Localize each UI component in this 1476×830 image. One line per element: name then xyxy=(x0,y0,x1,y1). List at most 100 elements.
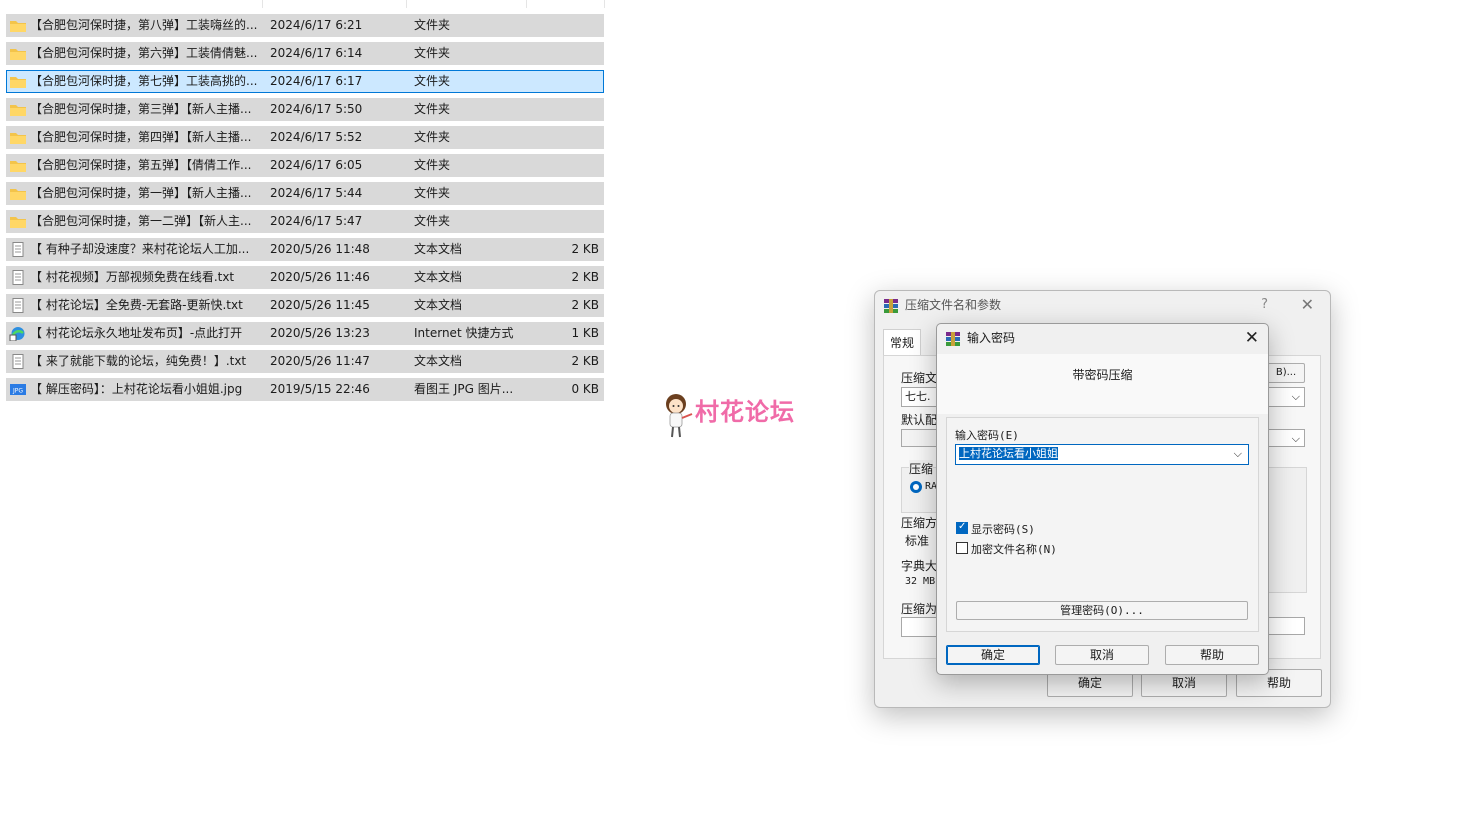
file-date: 2024/6/17 5:47 xyxy=(270,214,363,228)
password-ok-button[interactable]: 确定 xyxy=(946,645,1040,665)
text-file-icon xyxy=(9,354,27,369)
file-row[interactable]: 【合肥包河保时捷，第三弹】【新人主播... 2024/6/17 5:50 文件夹 xyxy=(6,98,604,121)
file-name: 【 解压密码】：上村花论坛看小姐姐.jpg xyxy=(30,382,243,396)
manage-passwords-button[interactable]: 管理密码(O)... xyxy=(956,601,1248,620)
password-dialog-close-button[interactable]: ✕ xyxy=(1245,328,1259,348)
column-header-size[interactable] xyxy=(528,0,605,8)
folder-icon xyxy=(9,102,27,117)
winrar-icon xyxy=(946,332,960,346)
file-row[interactable]: 【 来了就能下载的论坛，纯免费！】.txt 2020/5/26 11:47 文本文档… xyxy=(6,350,604,373)
archive-dialog-titlebar[interactable]: 压缩文件名和参数 ? ✕ xyxy=(875,291,1330,321)
file-row[interactable]: 【合肥包河保时捷，第五弹】【倩倩工作... 2024/6/17 6:05 文件夹 xyxy=(6,154,604,177)
file-row[interactable]: 【 村花视频】万部视频免费在线看.txt 2020/5/26 11:46 文本文档 2… xyxy=(6,266,604,289)
password-cancel-button[interactable]: 取消 xyxy=(1055,645,1149,665)
rar-radio-button[interactable] xyxy=(910,481,922,493)
profile-select[interactable]: ⌵ xyxy=(1267,429,1305,447)
file-type: 看图王 JPG 图片... xyxy=(414,382,514,396)
compression-method-select[interactable]: 标准 xyxy=(905,532,929,549)
file-row[interactable]: 【合肥包河保时捷，第六弹】工装倩倩魅... 2024/6/17 6:14 文件夹 xyxy=(6,42,604,65)
compression-method-label: 压缩方 xyxy=(901,516,938,530)
file-row[interactable]: 【合肥包河保时捷，第一弹】【新人主播... 2024/6/17 5:44 文件夹 xyxy=(6,182,604,205)
password-input[interactable]: 上村花论坛看小姐姐 ⌵ xyxy=(955,444,1249,465)
column-header-date[interactable] xyxy=(264,0,407,8)
file-name: 【合肥包河保时捷，第五弹】【倩倩工作... xyxy=(30,158,252,172)
file-row[interactable]: 【 村花论坛】全免费-无套路-更新快.txt 2020/5/26 11:45 文本文… xyxy=(6,294,604,317)
folder-icon xyxy=(9,158,27,173)
file-type: 文件夹 xyxy=(414,74,451,88)
svg-text:JPG: JPG xyxy=(12,388,23,395)
file-row[interactable]: 【合肥包河保时捷，第七弹】工装高挑的... 2024/6/17 6:17 文件夹 xyxy=(6,70,604,93)
split-volumes-label: 压缩为 xyxy=(901,602,938,616)
file-type: 文件夹 xyxy=(414,186,451,200)
column-header-name[interactable] xyxy=(6,0,263,8)
file-type: 文件夹 xyxy=(414,18,451,32)
chevron-down-icon[interactable]: ⌵ xyxy=(1234,445,1242,463)
file-type: 文件夹 xyxy=(414,46,451,60)
tab-general[interactable]: 常规 xyxy=(883,329,922,355)
file-row[interactable]: 【 村花论坛永久地址发布页】-点此打开 2020/5/26 13:23 Intern… xyxy=(6,322,604,345)
browse-button[interactable]: B)... xyxy=(1267,363,1305,383)
file-name: 【合肥包河保时捷，第三弹】【新人主播... xyxy=(30,102,252,116)
archive-dialog-close-button[interactable]: ✕ xyxy=(1301,295,1314,314)
password-dialog-header: 带密码压缩 xyxy=(937,354,1268,414)
file-type: Internet 快捷方式 xyxy=(414,326,514,340)
file-date: 2020/5/26 11:45 xyxy=(270,298,370,312)
file-date: 2020/5/26 13:23 xyxy=(270,326,370,340)
file-type: 文本文档 xyxy=(414,242,463,256)
file-row[interactable]: 【合肥包河保时捷，第八弹】工装嗨丝的... 2024/6/17 6:21 文件夹 xyxy=(6,14,604,37)
password-dialog-title: 输入密码 xyxy=(967,331,1016,345)
encrypt-filenames-checkbox[interactable] xyxy=(956,542,968,554)
file-type: 文件夹 xyxy=(414,158,451,172)
file-row[interactable]: JPG 【 解压密码】：上村花论坛看小姐姐.jpg 2019/5/15 22:46 看… xyxy=(6,378,604,401)
file-date: 2020/5/26 11:47 xyxy=(270,354,370,368)
encrypt-filenames-label: 加密文件名称(N) xyxy=(971,543,1057,556)
file-row[interactable]: 【 有种子却没速度？来村花论坛人工加... 2020/5/26 11:48 文本文档… xyxy=(6,238,604,261)
folder-icon xyxy=(9,46,27,61)
show-password-label: 显示密码(S) xyxy=(971,523,1035,536)
file-date: 2024/6/17 5:44 xyxy=(270,186,363,200)
show-password-checkbox[interactable] xyxy=(956,521,968,534)
split-volumes-input[interactable] xyxy=(901,617,941,637)
file-type: 文本文档 xyxy=(414,354,463,368)
file-name: 【合肥包河保时捷，第四弹】【新人主播... xyxy=(30,130,252,144)
file-row[interactable]: 【合肥包河保时捷，第一二弹】【新人主... 2024/6/17 5:47 文件夹 xyxy=(6,210,604,233)
folder-icon xyxy=(9,214,27,229)
folder-icon xyxy=(9,186,27,201)
password-label: 输入密码(E) xyxy=(955,429,1019,442)
file-row[interactable]: 【合肥包河保时捷，第四弹】【新人主播... 2024/6/17 5:52 文件夹 xyxy=(6,126,604,149)
file-date: 2020/5/26 11:48 xyxy=(270,242,370,256)
update-mode-select[interactable]: ⌵ xyxy=(1267,387,1305,407)
text-file-icon xyxy=(9,242,27,257)
column-header-type[interactable] xyxy=(408,0,527,8)
file-type: 文件夹 xyxy=(414,130,451,144)
file-date: 2024/6/17 6:17 xyxy=(270,74,363,88)
file-date: 2024/6/17 6:14 xyxy=(270,46,363,60)
internet-shortcut-icon xyxy=(9,326,27,342)
profiles-button[interactable] xyxy=(901,429,941,447)
watermark-logo: 村花论坛 xyxy=(662,390,822,442)
folder-icon xyxy=(9,18,27,33)
archive-dialog-title: 压缩文件名和参数 xyxy=(905,298,1002,312)
dictionary-size-select[interactable]: 32 MB xyxy=(905,576,935,587)
file-date: 2024/6/17 6:21 xyxy=(270,18,363,32)
file-type: 文件夹 xyxy=(414,214,451,228)
archive-name-input[interactable]: 七七. xyxy=(901,387,941,407)
split-unit-select[interactable] xyxy=(1267,617,1305,635)
file-name: 【 村花论坛】全免费-无套路-更新快.txt xyxy=(30,298,243,312)
archive-name-label: 压缩文 xyxy=(901,371,938,385)
file-name: 【合肥包河保时捷，第一弹】【新人主播... xyxy=(30,186,252,200)
file-size: 2 KB xyxy=(571,242,599,256)
file-size: 2 KB xyxy=(571,270,599,284)
winrar-icon xyxy=(884,299,898,313)
password-dialog-titlebar[interactable]: 输入密码 ✕ xyxy=(937,324,1268,354)
help-question-button[interactable]: ? xyxy=(1261,297,1268,312)
password-help-button[interactable]: 帮助 xyxy=(1165,645,1259,665)
file-date: 2024/6/17 6:05 xyxy=(270,158,363,172)
file-name: 【 有种子却没速度？来村花论坛人工加... xyxy=(30,242,250,256)
file-name: 【 来了就能下载的论坛，纯免费！】.txt xyxy=(30,354,247,368)
watermark-text: 村花论坛 xyxy=(695,398,795,426)
password-dialog-heading: 带密码压缩 xyxy=(1072,368,1133,382)
file-size: 1 KB xyxy=(571,326,599,340)
file-name: 【合肥包河保时捷，第一二弹】【新人主... xyxy=(30,214,252,228)
folder-icon xyxy=(9,130,27,145)
